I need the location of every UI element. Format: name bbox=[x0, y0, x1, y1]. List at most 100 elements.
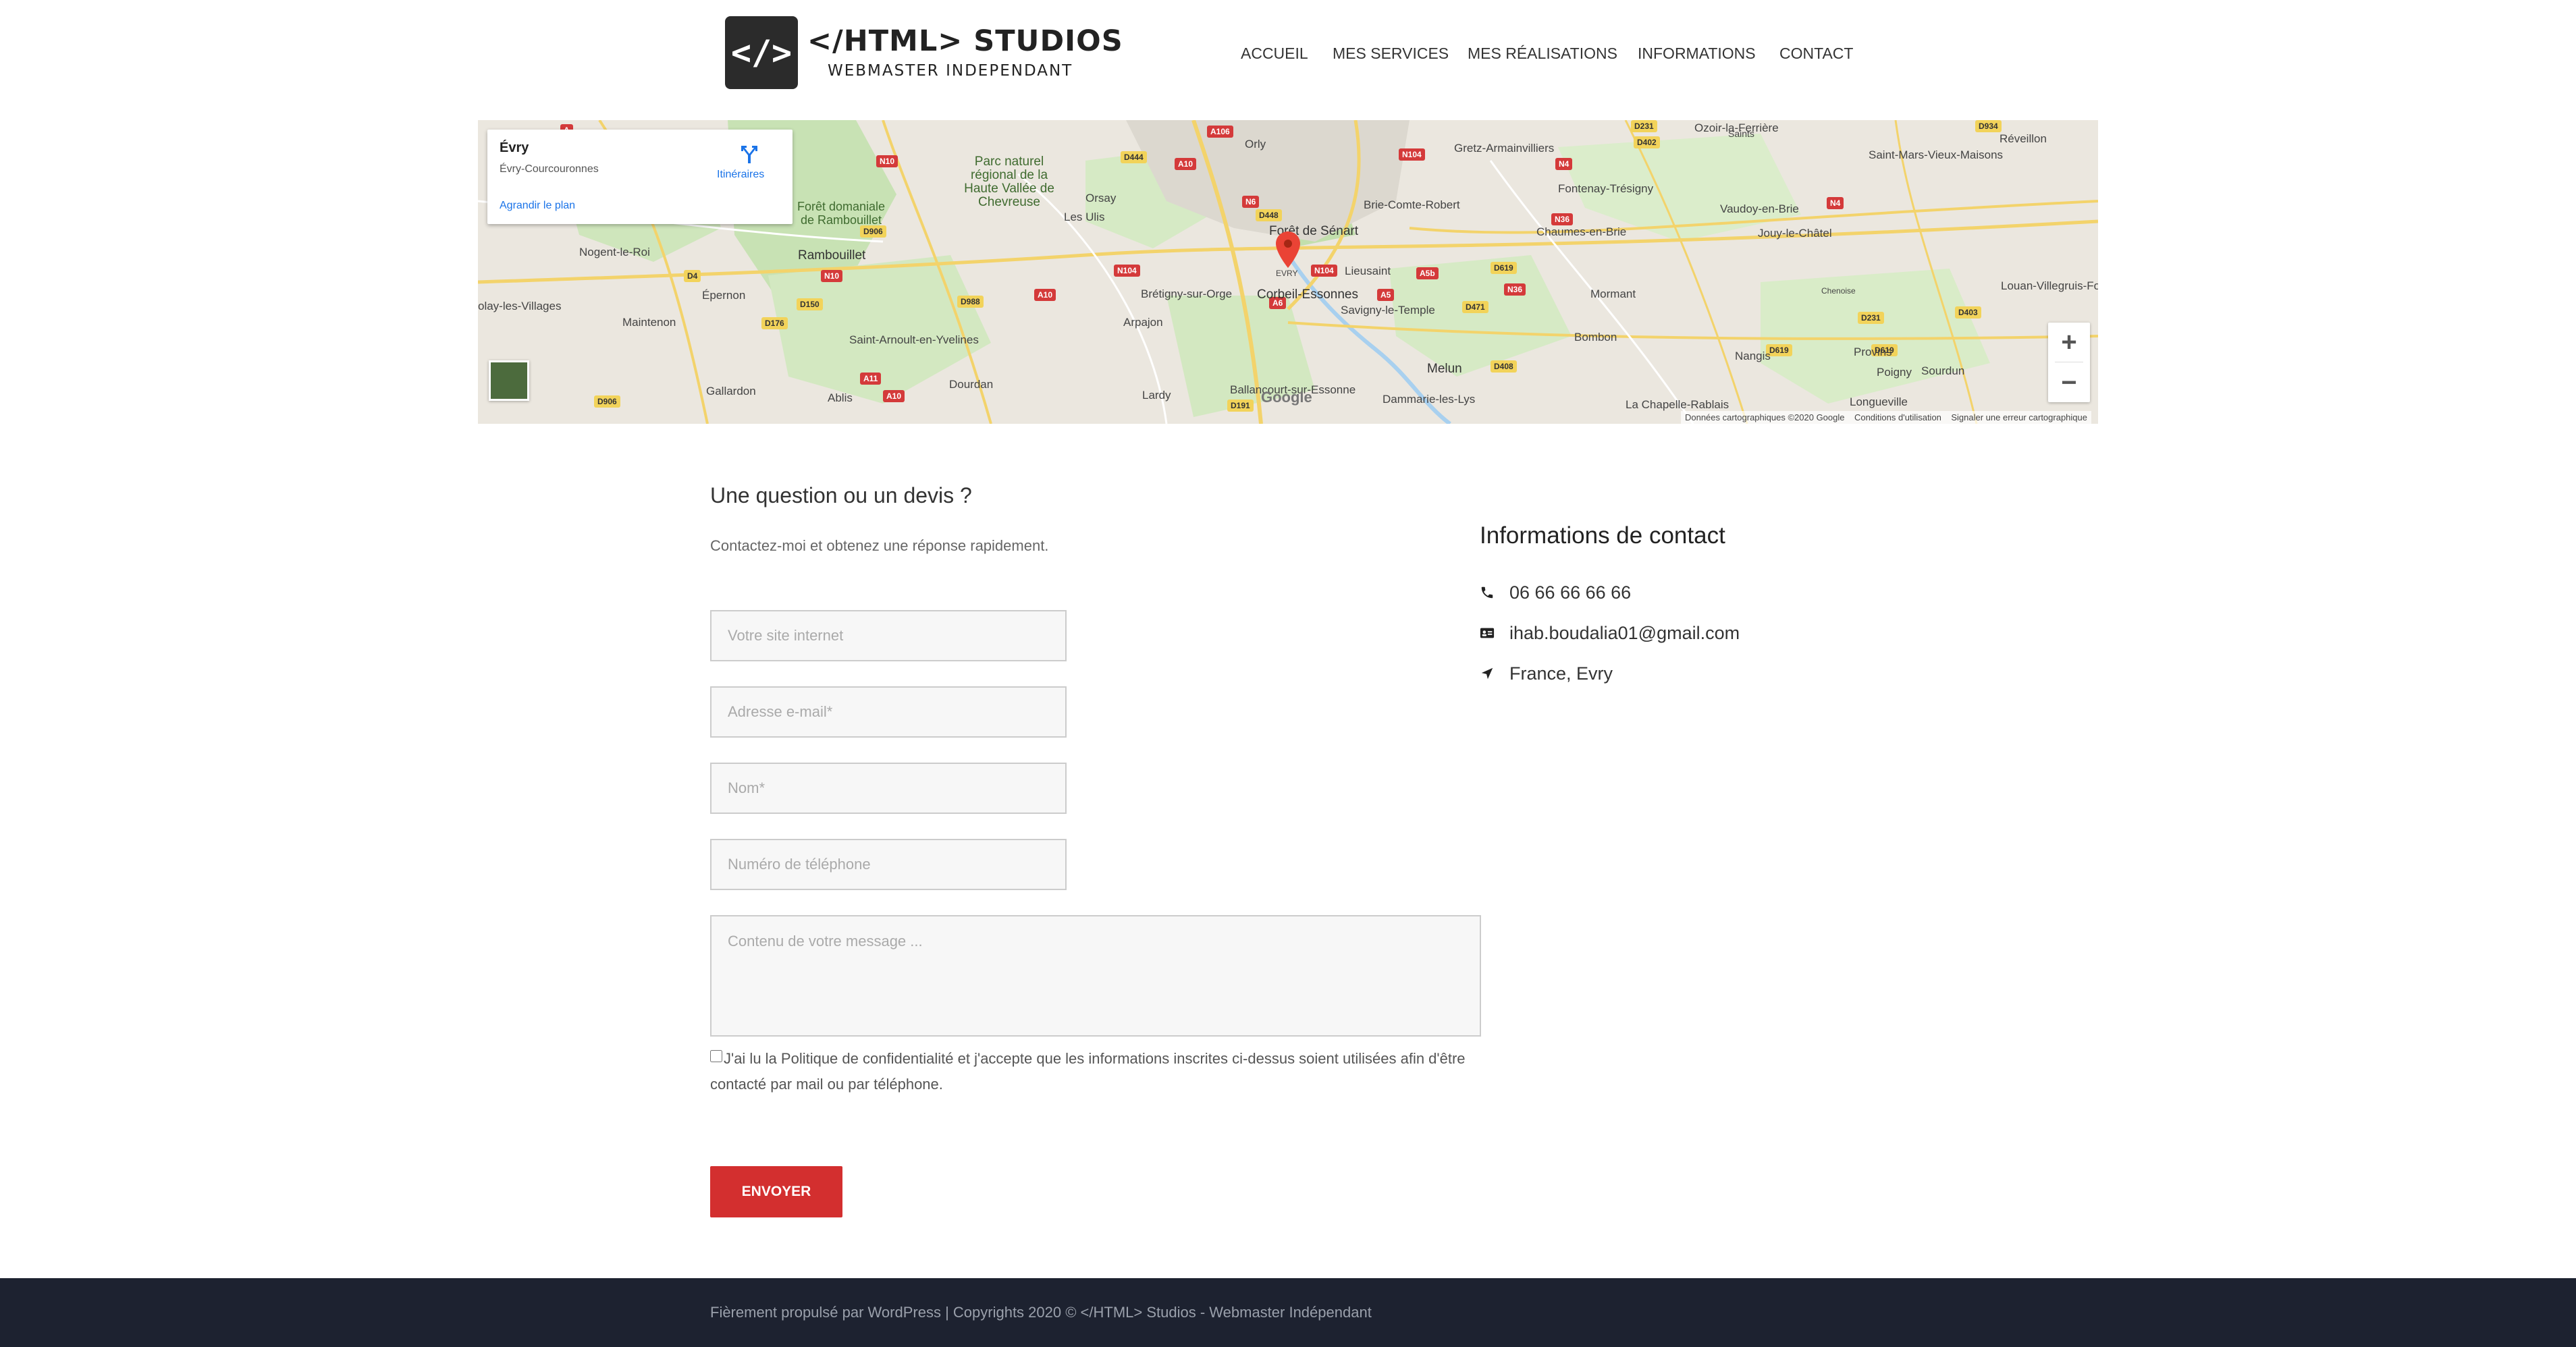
road-shield: N36 bbox=[1504, 283, 1526, 296]
map-attribution: Données cartographiques ©2020 Google Con… bbox=[1680, 411, 2091, 424]
location-pin-icon[interactable] bbox=[1276, 231, 1300, 268]
id-card-icon bbox=[1480, 628, 1495, 638]
zoom-controls: + − bbox=[2048, 323, 2090, 402]
google-map[interactable]: A N10 D444 A10 A106 N104 N4 N36 D402 D23… bbox=[478, 120, 2098, 424]
road-shield: D176 bbox=[761, 317, 788, 329]
road-shield: D444 bbox=[1121, 151, 1147, 163]
map-place-label: Forêt domaniale de Rambouillet bbox=[797, 200, 886, 227]
map-place-label: Jouy-le-Châtel bbox=[1758, 227, 1832, 240]
location-arrow-icon bbox=[1481, 667, 1493, 680]
directions-icon[interactable] bbox=[737, 142, 761, 166]
road-shield: D231 bbox=[1858, 312, 1884, 324]
map-place-label: Dammarie-les-Lys bbox=[1383, 393, 1476, 406]
contact-email-row: ihab.boudalia01@gmail.com bbox=[1480, 620, 1740, 647]
name-input[interactable] bbox=[710, 763, 1067, 814]
map-place-label: Maintenon bbox=[622, 316, 676, 329]
map-place-label: Saint-Mars-Vieux-Maisons bbox=[1869, 148, 2004, 161]
nav-informations[interactable]: INFORMATIONS bbox=[1638, 45, 1756, 63]
map-place-label: Rambouillet bbox=[798, 248, 866, 263]
map-place-label: Gallardon bbox=[706, 385, 756, 397]
contact-email[interactable]: ihab.boudalia01@gmail.com bbox=[1509, 623, 1740, 644]
road-shield: N10 bbox=[821, 270, 843, 282]
contact-info-title: Informations de contact bbox=[1480, 522, 1725, 549]
map-place-label: Ablis bbox=[828, 391, 853, 404]
road-shield: N104 bbox=[1399, 148, 1425, 161]
phone-input[interactable] bbox=[710, 839, 1067, 890]
map-place-label: Nogent-le-Roi bbox=[579, 246, 650, 258]
consent-checkbox[interactable] bbox=[710, 1050, 722, 1062]
road-shield: D403 bbox=[1955, 306, 1981, 319]
enlarge-map-link[interactable]: Agrandir le plan bbox=[500, 200, 575, 212]
consent-label: J'ai lu la Politique de confidentialité … bbox=[710, 1050, 1466, 1093]
site-header: </> </HTML> STUDIOS WEBMASTER INDEPENDAN… bbox=[0, 0, 2576, 120]
map-place-label: Vaudoy-en-Brie bbox=[1720, 202, 1799, 215]
nav-accueil[interactable]: ACCUEIL bbox=[1241, 45, 1308, 63]
contact-location: France, Evry bbox=[1509, 663, 1613, 684]
map-place-label: Orly bbox=[1245, 138, 1266, 150]
map-place-label: La Chapelle-Rablais bbox=[1626, 398, 1729, 411]
message-textarea[interactable] bbox=[710, 915, 1481, 1037]
zoom-in-button[interactable]: + bbox=[2048, 323, 2090, 362]
satellite-toggle-button[interactable] bbox=[489, 360, 529, 401]
map-place-label: Saint-Arnoult-en-Yvelines bbox=[849, 333, 979, 346]
map-card-subtitle: Évry-Courcouronnes bbox=[500, 163, 599, 175]
map-place-label: Gretz-Armainvilliers bbox=[1454, 142, 1555, 155]
footer-credits: Fièrement propulsé par WordPress | Copyr… bbox=[710, 1304, 1372, 1321]
brand-title[interactable]: </HTML> STUDIOS bbox=[807, 24, 1123, 58]
form-title: Une question ou un devis ? bbox=[710, 483, 972, 507]
contact-location-row: France, Evry bbox=[1480, 660, 1613, 687]
map-place-label: Savigny-le-Temple bbox=[1341, 304, 1435, 317]
site-footer: Fièrement propulsé par WordPress | Copyr… bbox=[0, 1278, 2576, 1347]
road-shield: A106 bbox=[1207, 126, 1233, 138]
road-shield: D191 bbox=[1227, 400, 1254, 412]
email-input[interactable] bbox=[710, 686, 1067, 738]
road-shield: D150 bbox=[797, 298, 823, 310]
road-shield: A10 bbox=[1034, 289, 1056, 301]
nav-contact[interactable]: CONTACT bbox=[1779, 45, 1853, 63]
map-place-label: Provins bbox=[1854, 346, 1892, 358]
road-shield: N36 bbox=[1551, 213, 1574, 225]
map-place-label: Saints bbox=[1728, 128, 1754, 139]
road-shield: D448 bbox=[1256, 209, 1282, 221]
map-place-label: Parc naturel régional de la Haute Vallée… bbox=[964, 155, 1054, 209]
contact-phone[interactable]: 06 66 66 66 66 bbox=[1509, 582, 1631, 603]
map-place-label: Corbeil-Essonnes bbox=[1257, 287, 1358, 302]
road-shield: D471 bbox=[1462, 301, 1488, 313]
google-logo: Google bbox=[1261, 389, 1312, 406]
road-shield: D619 bbox=[1491, 262, 1517, 274]
map-place-label: Réveillon bbox=[2000, 132, 2047, 145]
map-place-label: Orsay bbox=[1085, 192, 1117, 204]
phone-icon bbox=[1481, 586, 1493, 599]
road-shield: N4 bbox=[1555, 158, 1573, 170]
form-description: Contactez-moi et obtenez une réponse rap… bbox=[710, 537, 1049, 554]
road-shield: N104 bbox=[1114, 265, 1140, 277]
map-place-label: Épernon bbox=[702, 289, 746, 302]
map-place-label: Arpajon bbox=[1123, 316, 1163, 329]
map-terms-link[interactable]: Conditions d'utilisation bbox=[1854, 412, 1941, 422]
road-shield: D934 bbox=[1975, 120, 2002, 132]
map-place-label: Les Ulis bbox=[1064, 211, 1105, 223]
map-report-link[interactable]: Signaler une erreur cartographique bbox=[1951, 412, 2087, 422]
road-shield: A10 bbox=[1175, 158, 1197, 170]
site-logo[interactable]: </> bbox=[725, 16, 798, 89]
website-input[interactable] bbox=[710, 610, 1067, 661]
map-place-label: Fontenay-Trésigny bbox=[1558, 182, 1654, 195]
map-card-title: Évry bbox=[500, 140, 529, 155]
map-place-label: Mormant bbox=[1590, 287, 1636, 300]
map-place-label: Chenoise bbox=[1821, 286, 1856, 296]
map-place-label: Melun bbox=[1427, 362, 1462, 376]
map-data-credit: Données cartographiques ©2020 Google bbox=[1684, 412, 1845, 422]
map-place-label: Brétigny-sur-Orge bbox=[1141, 287, 1233, 300]
map-place-label: olay-les-Villages bbox=[478, 300, 562, 312]
nav-mes-realisations[interactable]: MES RÉALISATIONS bbox=[1468, 45, 1617, 63]
map-place-label: Chaumes-en-Brie bbox=[1536, 225, 1627, 238]
map-place-label: Lardy bbox=[1142, 389, 1171, 402]
directions-label[interactable]: Itinéraires bbox=[717, 169, 764, 181]
map-place-label: Dourdan bbox=[949, 378, 994, 391]
road-shield: D402 bbox=[1634, 136, 1660, 148]
road-shield: N4 bbox=[1827, 197, 1844, 209]
road-shield: A5b bbox=[1416, 267, 1439, 279]
zoom-out-button[interactable]: − bbox=[2048, 363, 2090, 402]
nav-mes-services[interactable]: MES SERVICES bbox=[1333, 45, 1449, 63]
send-button[interactable]: ENVOYER bbox=[710, 1166, 842, 1217]
